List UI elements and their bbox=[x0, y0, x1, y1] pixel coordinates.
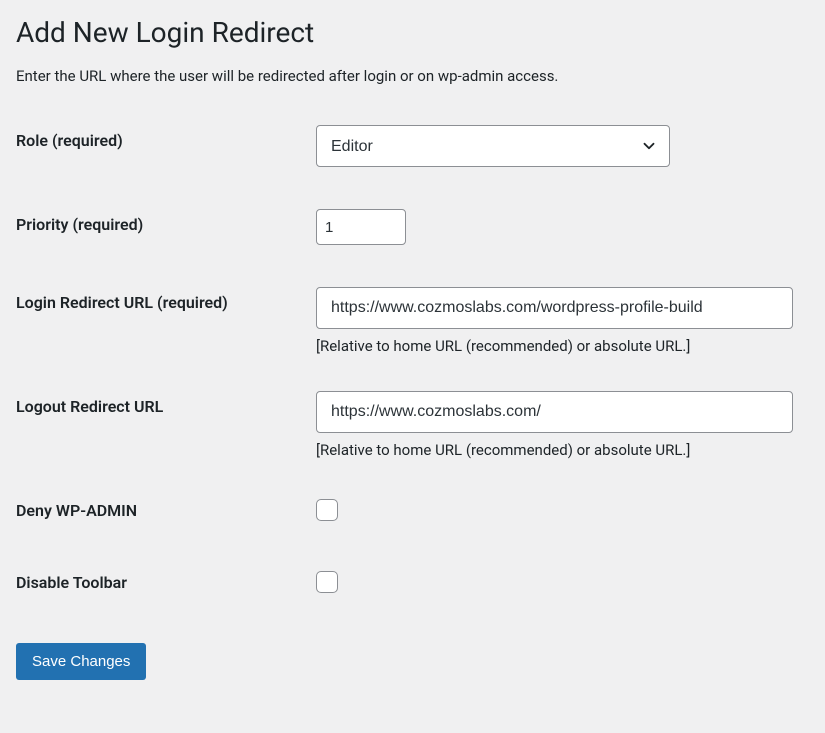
priority-label: Priority (required) bbox=[16, 209, 316, 234]
page-description: Enter the URL where the user will be red… bbox=[16, 67, 809, 85]
login-redirect-required-text: (required) bbox=[157, 293, 228, 312]
priority-input[interactable] bbox=[316, 209, 406, 245]
role-select[interactable]: Editor bbox=[316, 125, 670, 167]
priority-label-text: Priority bbox=[16, 215, 68, 234]
login-redirect-label: Login Redirect URL (required) bbox=[16, 287, 316, 312]
deny-wp-admin-checkbox[interactable] bbox=[316, 499, 338, 521]
role-required-text: (required) bbox=[52, 131, 123, 150]
disable-toolbar-label: Disable Toolbar bbox=[16, 567, 316, 592]
login-redirect-input[interactable] bbox=[316, 287, 793, 329]
role-label-text: Role bbox=[16, 131, 48, 150]
deny-wp-admin-label: Deny WP-ADMIN bbox=[16, 495, 316, 520]
disable-toolbar-label-text: Disable Toolbar bbox=[16, 573, 127, 592]
deny-wp-admin-label-text: Deny WP-ADMIN bbox=[16, 501, 137, 520]
page-title: Add New Login Redirect bbox=[16, 16, 809, 49]
save-button[interactable]: Save Changes bbox=[16, 643, 146, 680]
logout-redirect-input[interactable] bbox=[316, 391, 793, 433]
priority-required-text: (required) bbox=[72, 215, 143, 234]
logout-redirect-label: Logout Redirect URL bbox=[16, 391, 316, 416]
role-label: Role (required) bbox=[16, 125, 316, 150]
disable-toolbar-checkbox[interactable] bbox=[316, 571, 338, 593]
login-redirect-help: [Relative to home URL (recommended) or a… bbox=[316, 337, 809, 355]
logout-redirect-label-text: Logout Redirect URL bbox=[16, 397, 163, 416]
logout-redirect-help: [Relative to home URL (recommended) or a… bbox=[316, 441, 809, 459]
login-redirect-label-text: Login Redirect URL bbox=[16, 293, 153, 312]
